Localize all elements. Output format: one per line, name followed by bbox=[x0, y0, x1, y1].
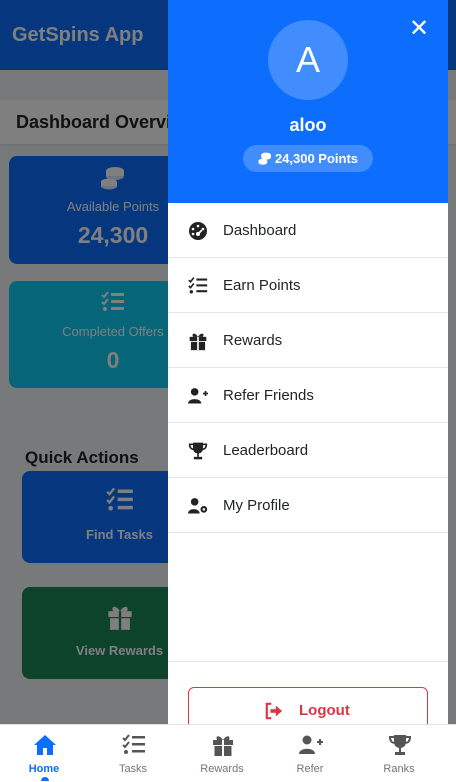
menu-item-label: My Profile bbox=[223, 497, 290, 514]
gift-icon bbox=[213, 736, 233, 756]
user-name: aloo bbox=[289, 115, 327, 135]
menu-item-label: Dashboard bbox=[223, 222, 297, 239]
menu-item-rewards[interactable]: Rewards bbox=[168, 313, 448, 368]
menu-item-label: Earn Points bbox=[223, 277, 301, 294]
menu-item-label: Refer Friends bbox=[223, 387, 314, 404]
side-drawer: ✕ A aloo 24,300 Points Dashboard Earn Po… bbox=[168, 0, 448, 782]
trophy-icon bbox=[188, 442, 208, 460]
menu-item-label: Rewards bbox=[223, 332, 283, 349]
menu-item-my-profile[interactable]: My Profile bbox=[168, 478, 448, 533]
gauge-icon bbox=[189, 222, 207, 240]
nav-label: Rewards bbox=[200, 763, 244, 775]
nav-label: Home bbox=[28, 763, 60, 775]
gift-icon bbox=[189, 333, 207, 351]
menu-item-label: Leaderboard bbox=[223, 442, 309, 459]
bottom-nav: Home Tasks Rewards Refer Ranks bbox=[0, 724, 456, 782]
nav-home[interactable]: Home bbox=[0, 725, 88, 782]
nav-label: Tasks bbox=[118, 763, 148, 775]
nav-tasks[interactable]: Tasks bbox=[89, 725, 177, 782]
user-plus-icon bbox=[188, 388, 208, 404]
menu-item-leaderboard[interactable]: Leaderboard bbox=[168, 423, 448, 478]
avatar: A bbox=[268, 20, 348, 100]
menu-item-refer-friends[interactable]: Refer Friends bbox=[168, 368, 448, 423]
active-indicator bbox=[41, 777, 49, 781]
drawer-header: ✕ A aloo 24,300 Points bbox=[168, 0, 448, 203]
nav-refer[interactable]: Refer bbox=[266, 725, 354, 782]
nav-rewards[interactable]: Rewards bbox=[178, 725, 266, 782]
list-check-icon bbox=[122, 734, 145, 754]
user-plus-icon bbox=[299, 735, 323, 754]
points-badge-label: 24,300 Points bbox=[274, 151, 359, 166]
coins-icon bbox=[258, 152, 271, 165]
points-badge: 24,300 Points bbox=[243, 145, 373, 172]
drawer-menu: Dashboard Earn Points Rewards Refer Frie… bbox=[168, 203, 448, 533]
list-check-icon bbox=[188, 277, 208, 294]
nav-ranks[interactable]: Ranks bbox=[355, 725, 443, 782]
logout-icon bbox=[265, 702, 283, 720]
nav-label: Ranks bbox=[383, 763, 415, 775]
menu-item-dashboard[interactable]: Dashboard bbox=[168, 203, 448, 258]
user-gear-icon bbox=[188, 498, 208, 514]
trophy-icon bbox=[388, 735, 412, 755]
menu-item-earn-points[interactable]: Earn Points bbox=[168, 258, 448, 313]
close-icon[interactable]: ✕ bbox=[408, 17, 430, 41]
logout-label: Logout bbox=[299, 702, 350, 719]
home-icon bbox=[34, 735, 56, 755]
nav-label: Refer bbox=[296, 763, 324, 775]
